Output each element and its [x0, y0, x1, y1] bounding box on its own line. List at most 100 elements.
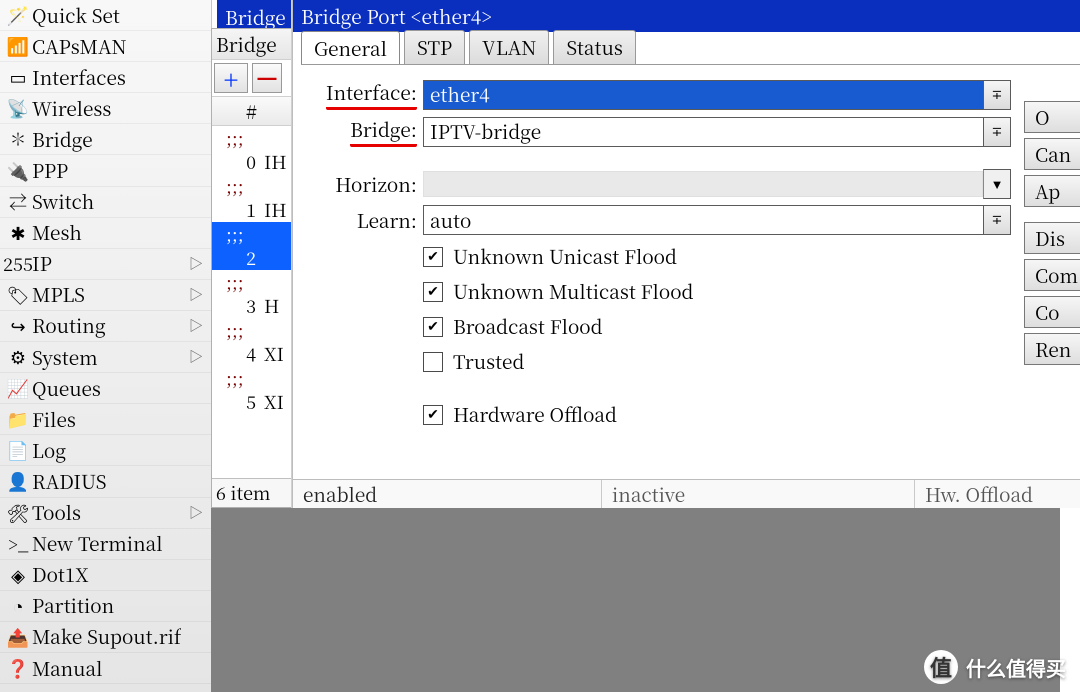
status-enabled: enabled	[293, 480, 602, 508]
dialog-button-dis[interactable]: Dis	[1024, 222, 1080, 254]
tab-general-panel: Interface: ether4 ∓ Bridge: IPTV-bridge …	[301, 64, 1080, 480]
sidebar-item-tools[interactable]: 🛠Tools ▷	[0, 498, 211, 529]
checkbox-trusted[interactable]	[423, 352, 443, 372]
sidebar-item-mpls[interactable]: 🏷MPLS▷	[0, 280, 211, 311]
tab-stp[interactable]: STP	[404, 30, 465, 64]
form: Interface: ether4 ∓ Bridge: IPTV-bridge …	[301, 73, 1011, 436]
sidebar-icon: ✱	[4, 220, 32, 246]
table-row[interactable]: ;;;	[212, 174, 291, 198]
bridge-combobox[interactable]: IPTV-bridge	[423, 117, 984, 147]
sidebar-item-system[interactable]: ⚙System▷	[0, 342, 211, 373]
sidebar-icon: 📡	[4, 95, 32, 121]
column-header-index[interactable]: #	[212, 97, 291, 126]
sidebar-item-switch[interactable]: ⇄Switch	[0, 187, 211, 218]
sidebar-item-make-supout-rif[interactable]: 📤Make Supout.rif	[0, 622, 211, 653]
tab-status[interactable]: Status	[553, 30, 636, 64]
row-flags: H	[260, 294, 279, 318]
sidebar-item-manual[interactable]: ❓Manual	[0, 653, 211, 684]
checkbox-group: Unknown Unicast Flood Unknown Multicast F…	[423, 243, 1011, 428]
label-bridge: Bridge:	[301, 116, 423, 147]
table-row[interactable]: ;;;	[212, 366, 291, 390]
table-row[interactable]: 5XI	[212, 390, 291, 414]
learn-dropdown-button[interactable]: ∓	[984, 205, 1011, 235]
sidebar-icon: 🛠	[4, 500, 32, 526]
interface-dropdown-button[interactable]: ∓	[984, 80, 1011, 110]
table-row[interactable]: ;;;	[212, 126, 291, 150]
learn-combobox[interactable]: auto	[423, 205, 984, 235]
dialog-button-o[interactable]: O	[1024, 101, 1080, 133]
table-row[interactable]: 3H	[212, 294, 291, 318]
sidebar-icon: 🏷	[4, 282, 32, 308]
bridge-ports-rows: ;;;0IH;;;1IH;;;2;;;3H;;;4XI;;;5XI	[212, 126, 291, 414]
sidebar-item-label: Tools	[32, 499, 81, 526]
submenu-arrow-icon: ▷	[189, 285, 203, 305]
horizon-input[interactable]	[423, 171, 983, 197]
sidebar-icon: 👤	[4, 468, 32, 494]
checkbox-row: Unknown Multicast Flood	[423, 278, 1011, 305]
sidebar-item-label: Queues	[32, 375, 101, 402]
sidebar-item-mesh[interactable]: ✱Mesh	[0, 218, 211, 249]
table-row[interactable]: ;;;	[212, 318, 291, 342]
sidebar-item-ip[interactable]: 255IP▷	[0, 249, 211, 280]
tab-vlan[interactable]: VLAN	[469, 30, 549, 64]
row-bridge: Bridge: IPTV-bridge ∓	[301, 116, 1011, 147]
sidebar-item-quick-set[interactable]: 🪄Quick Set	[0, 0, 211, 31]
sidebar-item-bridge[interactable]: ✽Bridge	[0, 124, 211, 155]
row-interface: Interface: ether4 ∓	[301, 79, 1011, 110]
remove-port-button[interactable]: ━	[252, 63, 282, 93]
add-port-button[interactable]: +	[214, 63, 248, 93]
sidebar: 🪄Quick Set📶CAPsMAN▭Interfaces📡Wireless✽B…	[0, 0, 212, 692]
sidebar-item-label: Quick Set	[32, 2, 120, 29]
table-row[interactable]: ;;;	[212, 270, 291, 294]
sidebar-item-log[interactable]: 📄Log	[0, 435, 211, 466]
sidebar-item-wireless[interactable]: 📡Wireless	[0, 93, 211, 124]
row-comment: ;;;	[214, 318, 244, 342]
checkbox-row: Hardware Offload	[423, 401, 1011, 428]
sidebar-item-label: Switch	[32, 188, 94, 215]
bridge-port-dialog: Bridge Port <ether4> GeneralSTPVLANStatu…	[292, 0, 1080, 508]
sidebar-item-capsman[interactable]: 📶CAPsMAN	[0, 31, 211, 62]
table-row[interactable]: 4XI	[212, 342, 291, 366]
bridge-ports-header[interactable]: Bridge	[212, 29, 291, 60]
dialog-button-co[interactable]: Co	[1024, 296, 1080, 328]
sidebar-item-routing[interactable]: ↪Routing▷	[0, 311, 211, 342]
checkbox-label: Unknown Unicast Flood	[453, 243, 677, 270]
horizon-expand-button[interactable]: ▼	[983, 169, 1011, 199]
table-row[interactable]: ;;;	[212, 222, 291, 246]
sidebar-item-radius[interactable]: 👤RADIUS	[0, 466, 211, 497]
dialog-button-ap[interactable]: Ap	[1024, 175, 1080, 207]
sidebar-item-ppp[interactable]: 🔌PPP	[0, 155, 211, 186]
checkbox-broadcast-flood[interactable]	[423, 317, 443, 337]
sidebar-item-dot1x[interactable]: ◈Dot1X	[0, 560, 211, 591]
table-row[interactable]: 2	[212, 246, 291, 270]
sidebar-item-label: IP	[32, 250, 52, 277]
sidebar-item-queues[interactable]: 📈Queues	[0, 373, 211, 404]
sidebar-item-label: Files	[32, 406, 76, 433]
status-inactive: inactive	[602, 480, 915, 508]
label-interface: Interface:	[301, 79, 423, 110]
checkbox-unknown-multicast-flood[interactable]	[423, 282, 443, 302]
table-row[interactable]: 1IH	[212, 198, 291, 222]
dialog-statusbar: enabled inactive Hw. Offload	[293, 479, 1080, 508]
bridge-ports-toolbar: + ━	[212, 60, 291, 97]
sidebar-item-label: Routing	[32, 312, 106, 339]
tab-general[interactable]: General	[301, 31, 400, 65]
submenu-arrow-icon: ▷	[189, 347, 203, 367]
bridge-dropdown-button[interactable]: ∓	[984, 117, 1011, 147]
sidebar-item-partition[interactable]: ◔Partition	[0, 591, 211, 622]
submenu-arrow-icon: ▷	[189, 503, 203, 523]
row-index: 3	[214, 294, 260, 318]
checkbox-hardware-offload[interactable]	[423, 405, 443, 425]
dialog-button-ren[interactable]: Ren	[1024, 333, 1080, 365]
sidebar-item-label: Mesh	[32, 219, 82, 246]
sidebar-item-new-terminal[interactable]: >_New Terminal	[0, 529, 211, 560]
interface-combobox[interactable]: ether4	[423, 80, 984, 110]
checkbox-unknown-unicast-flood[interactable]	[423, 247, 443, 267]
sidebar-item-files[interactable]: 📁Files	[0, 404, 211, 435]
dialog-button-can[interactable]: Can	[1024, 138, 1080, 170]
table-row[interactable]: 0IH	[212, 150, 291, 174]
sidebar-item-interfaces[interactable]: ▭Interfaces	[0, 62, 211, 93]
row-learn: Learn: auto ∓	[301, 205, 1011, 235]
status-hw-offload: Hw. Offload	[915, 480, 1080, 508]
dialog-button-com[interactable]: Com	[1024, 259, 1080, 291]
